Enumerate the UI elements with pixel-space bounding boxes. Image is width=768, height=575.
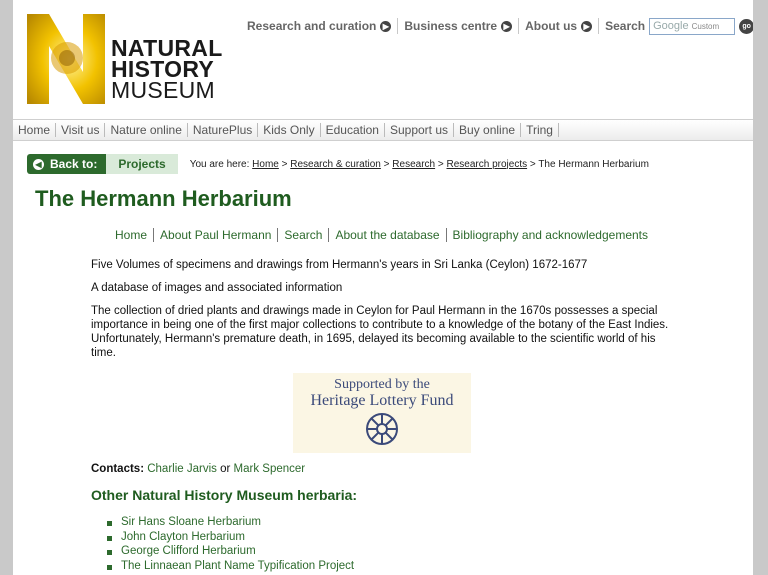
list-item[interactable]: George Clifford Herbarium (105, 544, 354, 559)
arrow-right-icon: ▶ (501, 20, 513, 32)
crumb-current: The Hermann Herbarium (538, 158, 649, 170)
projects-button[interactable]: Projects (106, 154, 178, 174)
main-nav-nature-online[interactable]: Nature online (105, 123, 188, 137)
search-input[interactable]: Google Custom (649, 17, 736, 35)
page: NATURAL HISTORY MUSEUM Research and cura… (13, 0, 753, 575)
sub-nav-bibliography[interactable]: Bibliography and acknowledgements (447, 228, 654, 242)
crumb-home[interactable]: Home (252, 159, 279, 170)
logo-n-icon (27, 14, 105, 104)
main-nav-support-us[interactable]: Support us (385, 123, 455, 137)
heritage-lottery-fund-logo[interactable]: Supported by the Heritage Lottery Fund (293, 373, 471, 453)
contact-charlie-jarvis[interactable]: Charlie Jarvis (147, 463, 217, 475)
main-nav-home[interactable]: Home (13, 123, 57, 137)
main-nav-kids-only[interactable]: Kids Only (258, 123, 321, 137)
sub-nav-about-database[interactable]: About the database (329, 228, 447, 242)
intro-paragraph-2: A database of images and associated info… (91, 282, 343, 294)
top-nav-business[interactable]: Business centre ▶ (398, 18, 520, 34)
sub-nav-search[interactable]: Search (278, 228, 330, 242)
main-nav-visit-us[interactable]: Visit us (56, 123, 106, 137)
crumb-research-curation[interactable]: Research & curation (290, 159, 381, 170)
intro-paragraph-1: Five Volumes of specimens and drawings f… (91, 259, 588, 271)
list-item[interactable]: Sir Hans Sloane Herbarium (105, 515, 354, 530)
list-item[interactable]: John Clayton Herbarium (105, 530, 354, 545)
crumb-research[interactable]: Research (392, 159, 435, 170)
breadcrumb: ◀ Back to: Projects You are here: Home > … (27, 154, 649, 174)
hlf-emblem-icon (366, 413, 398, 445)
top-nav-research[interactable]: Research and curation ▶ (247, 18, 399, 34)
search-label: Search (605, 19, 646, 33)
intro-paragraph-3: The collection of dried plants and drawi… (91, 305, 669, 359)
sub-nav-home[interactable]: Home (115, 228, 155, 242)
intro-text: Five Volumes of specimens and drawings f… (91, 258, 671, 369)
nhm-logo[interactable]: NATURAL HISTORY MUSEUM (27, 14, 237, 106)
main-nav: Home Visit us Nature online NaturePlus K… (13, 119, 753, 141)
contact-mark-spencer[interactable]: Mark Spencer (234, 463, 306, 475)
main-nav-tring[interactable]: Tring (521, 123, 559, 137)
arrow-right-icon: ▶ (380, 20, 392, 32)
top-nav: Research and curation ▶ Business centre ▶ … (247, 17, 753, 35)
arrow-left-icon: ◀ (33, 158, 44, 170)
list-item[interactable]: The Linnaean Plant Name Typification Pro… (105, 559, 354, 574)
arrow-right-icon: ▶ (581, 20, 593, 32)
other-herbaria-list: Sir Hans Sloane Herbarium John Clayton H… (105, 515, 354, 573)
top-nav-about[interactable]: About us ▶ (519, 18, 600, 34)
logo-wordmark: NATURAL HISTORY MUSEUM (111, 35, 223, 103)
main-nav-natureplus[interactable]: NaturePlus (188, 123, 259, 137)
main-nav-education[interactable]: Education (321, 123, 385, 137)
page-title: The Hermann Herbarium (35, 186, 292, 211)
sub-nav: Home About Paul Hermann Search About the… (115, 228, 654, 242)
other-herbaria-heading: Other Natural History Museum herbaria: (91, 487, 358, 503)
search-go-button[interactable]: go (739, 18, 753, 34)
sub-nav-about-paul-hermann[interactable]: About Paul Hermann (154, 228, 279, 242)
contacts: Contacts: Charlie Jarvis or Mark Spencer (91, 463, 306, 475)
you-are-here: You are here: Home > Research & curation… (189, 158, 649, 170)
crumb-research-projects[interactable]: Research projects (447, 159, 528, 170)
back-button[interactable]: ◀ Back to: (27, 154, 107, 174)
main-nav-buy-online[interactable]: Buy online (454, 123, 522, 137)
